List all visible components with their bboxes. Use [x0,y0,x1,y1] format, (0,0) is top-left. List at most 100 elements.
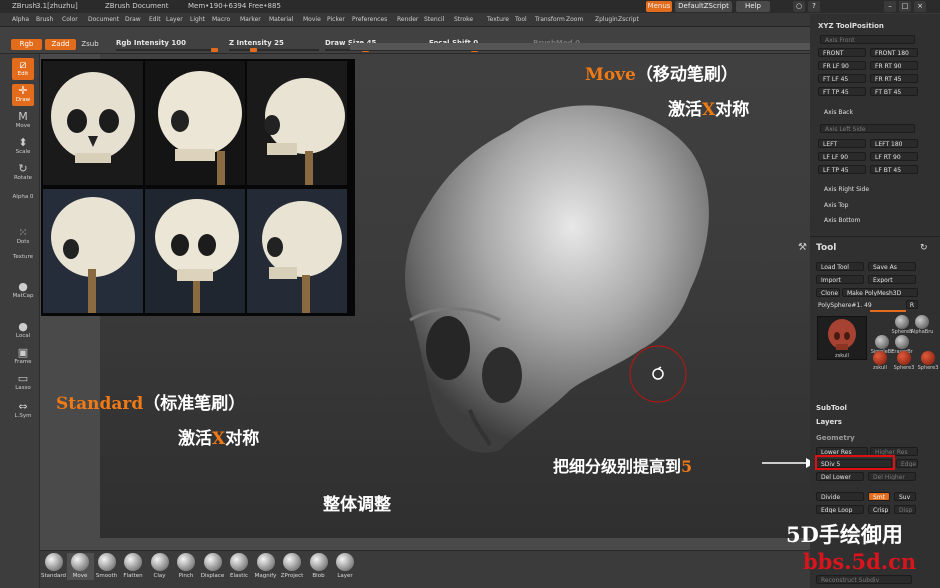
front-180-button[interactable]: FRONT 180 [870,48,918,57]
left-180-button[interactable]: LEFT 180 [870,139,918,148]
tool-texture-button[interactable]: Texture [12,254,34,276]
clone-button[interactable]: Clone [816,288,840,297]
tool-lsym-button[interactable]: ⇔ L.Sym [12,400,34,422]
front-button[interactable]: FRONT [818,48,866,57]
rgb-toggle[interactable]: Rgb [11,39,42,50]
tool-lasso-button[interactable]: ▭ Lasso [12,372,34,394]
axis-bottom-button[interactable]: Axis Bottom [824,217,860,224]
menu-item-alpha[interactable]: Alpha [12,13,29,27]
menu-item-zplugin[interactable]: Zplugin [595,13,618,27]
tool-draw-button[interactable]: ✛ Draw [12,84,34,106]
r-button[interactable]: R [906,300,918,309]
brush-standard[interactable]: Standard [40,553,67,580]
ft-bt-45-button[interactable]: FT BT 45 [870,87,918,96]
menu-item-document[interactable]: Document [88,13,119,27]
tool-matcap-button[interactable]: ● MatCap [12,280,34,302]
menu-item-picker[interactable]: Picker [327,13,345,27]
layers-section-button[interactable]: Layers [816,418,842,426]
tool-thumb-sphere3[interactable]: Sphere3 [916,351,940,371]
suv-toggle[interactable]: Suv [894,492,916,501]
brush-elastic[interactable]: Elastic [226,553,253,580]
menu-item-layer[interactable]: Layer [166,13,183,27]
menu-item-color[interactable]: Color [62,13,78,27]
crisp-toggle[interactable]: Crisp [868,505,890,514]
import-button[interactable]: Import [816,275,864,284]
zadd-toggle[interactable]: Zadd [45,39,76,50]
axis-front-button[interactable]: Axis Front [820,35,915,44]
ft-tp-45-button[interactable]: FT TP 45 [818,87,866,96]
lf-lf-90-button[interactable]: LF LF 90 [818,152,866,161]
brush-clay[interactable]: Clay [146,553,173,580]
tool-scale-button[interactable]: ⬍ Scale [12,136,34,158]
divide-button[interactable]: Divide [816,492,864,501]
menu-item-zscript[interactable]: Zscript [618,13,639,27]
menu-item-texture[interactable]: Texture [487,13,509,27]
disp-toggle[interactable]: Disp [894,505,916,514]
zsub-toggle[interactable]: Zsub [79,39,101,50]
z-intensity-slider[interactable]: Z Intensity 25 [229,38,319,52]
menu-item-stroke[interactable]: Stroke [454,13,473,27]
lf-bt-45-button[interactable]: LF BT 45 [870,165,918,174]
brush-zproject[interactable]: ZProject [279,553,306,580]
menu-item-light[interactable]: Light [190,13,205,27]
brush-magnify[interactable]: Magnify [252,553,279,580]
menu-item-transform[interactable]: Transform [535,13,565,27]
brush-flatten[interactable]: Flatten [120,553,147,580]
save-as-button[interactable]: Save As [868,262,916,271]
fr-rt-45-button[interactable]: FR RT 45 [870,74,918,83]
brush-displace[interactable]: Displace [199,553,226,580]
brush-pinch[interactable]: Pinch [173,553,200,580]
tool-thumb-zskull[interactable]: zskull [868,351,892,371]
make-polymesh3d-button[interactable]: Make PolyMesh3D [842,288,918,297]
tool-move-button[interactable]: M Move [12,110,34,132]
lf-tp-45-button[interactable]: LF TP 45 [818,165,866,174]
brush-move[interactable]: Move [66,553,94,580]
menu-item-draw[interactable]: Draw [125,13,141,27]
tool-thumb-alphabru[interactable]: AlphaBru [910,315,934,335]
toggle-icon[interactable]: ○ [793,1,805,12]
maximize-icon[interactable]: □ [899,1,911,12]
tool-title[interactable]: Tool [816,243,836,253]
geometry-section-button[interactable]: Geometry [816,434,855,442]
menus-button[interactable]: Menus [646,1,672,12]
export-button[interactable]: Export [868,275,916,284]
help-icon[interactable]: ? [808,1,820,12]
tool-thumb-sphere3[interactable]: Sphere3 [892,351,916,371]
load-tool-button[interactable]: Load Tool [816,262,864,271]
axis-top-button[interactable]: Axis Top [824,202,848,209]
fr-rt-90-button[interactable]: FR RT 90 [870,61,918,70]
lf-rt-90-button[interactable]: LF RT 90 [870,152,918,161]
tool-alpha-button[interactable]: Alpha 0 [12,194,34,216]
del-lower-button[interactable]: Del Lower [816,472,864,481]
axis-back-button[interactable]: Axis Back [824,109,853,116]
menu-item-brush[interactable]: Brush [36,13,53,27]
brush-smooth[interactable]: Smooth [93,553,120,580]
menu-item-preferences[interactable]: Preferences [352,13,387,27]
tool-rotate-button[interactable]: ↻ Rotate [12,162,34,184]
refresh-icon[interactable]: ↻ [920,243,928,253]
rgb-intensity-slider[interactable]: Rgb Intensity 100 [116,38,218,52]
tool-dots-button[interactable]: ⁙ Dots [12,226,34,248]
tool-edit-button[interactable]: ⧄ Edit [12,58,34,80]
fr-lf-90-button[interactable]: FR LF 90 [818,61,866,70]
left-button[interactable]: LEFT [818,139,866,148]
close-icon[interactable]: × [914,1,926,12]
menu-item-edit[interactable]: Edit [149,13,161,27]
minimize-icon[interactable]: – [884,1,896,12]
rgb-intensity-knob[interactable] [211,48,218,52]
brush-layer[interactable]: Layer [332,553,359,580]
menu-item-marker[interactable]: Marker [240,13,261,27]
default-zscript-button[interactable]: DefaultZScript [675,1,732,12]
menu-item-render[interactable]: Render [397,13,418,27]
axis-right-side-button[interactable]: Axis Right Side [824,186,869,193]
skull-model[interactable] [390,90,730,470]
reconstruct-subdiv-button[interactable]: Reconstruct Subdiv [816,575,912,584]
menu-item-stencil[interactable]: Stencil [424,13,444,27]
del-higher-button[interactable]: Del Higher [868,472,916,481]
smt-toggle[interactable]: Smt [868,492,890,501]
tool-slider[interactable] [870,310,906,312]
menu-item-zoom[interactable]: Zoom [566,13,583,27]
menu-item-macro[interactable]: Macro [212,13,230,27]
z-intensity-knob[interactable] [250,48,257,52]
ft-lf-45-button[interactable]: FT LF 45 [818,74,866,83]
